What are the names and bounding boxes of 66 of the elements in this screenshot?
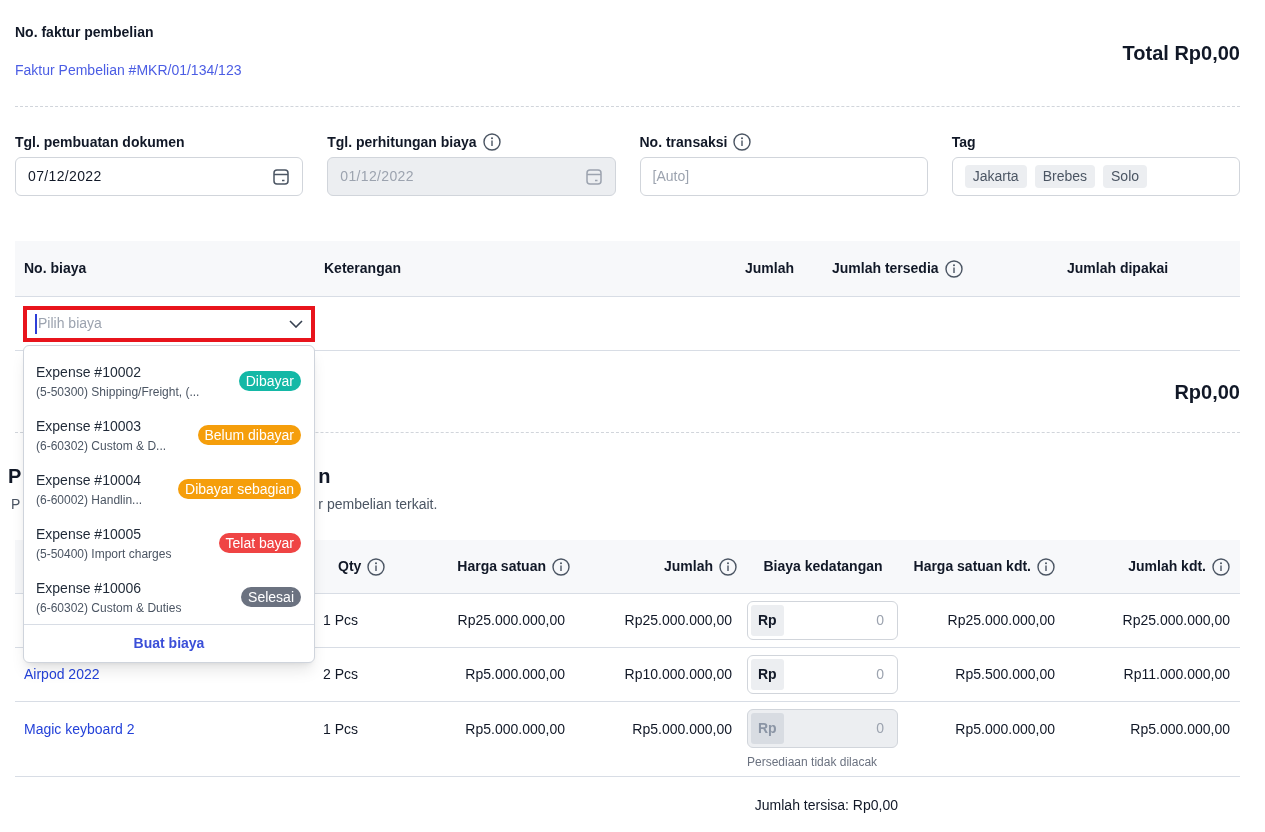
section-heading: P bbox=[8, 464, 22, 489]
dropdown-option[interactable]: Expense #10005 (5-50400) Import charges Telat bayar bbox=[24, 516, 314, 570]
tag-chip[interactable]: Jakarta bbox=[964, 165, 1027, 188]
field-label: Tgl. perhitungan biaya bbox=[327, 132, 477, 152]
calendar-icon[interactable] bbox=[272, 167, 291, 186]
column-header: Jumlah bbox=[745, 259, 794, 278]
currency-field[interactable]: Rp 0 bbox=[747, 655, 898, 694]
tag-chip[interactable]: Solo bbox=[1103, 165, 1148, 188]
column-header: Harga satuan bbox=[457, 557, 546, 576]
product-link[interactable]: Airpod 2022 bbox=[24, 666, 100, 682]
helper-text: Persediaan tidak dilacak bbox=[747, 754, 878, 771]
status-badge: Telat bayar bbox=[218, 533, 301, 553]
dropdown-option[interactable]: Expense #10003 (6-60302) Custom & D... Belum dibayar bbox=[24, 408, 314, 462]
dropdown-option[interactable]: Expense #10002 (5-50300) Shipping/Freight, (... Dibayar bbox=[24, 354, 314, 408]
status-badge: Belum dibayar bbox=[197, 425, 301, 445]
status-badge: Selesai bbox=[241, 587, 301, 607]
table-cell-text: Rp5.000.000,00 bbox=[954, 720, 1056, 739]
dropdown-option[interactable]: Expense #10004 (6-60002) Handlin... Dibayar sebagian bbox=[24, 462, 314, 516]
select-input[interactable]: Pilih biaya bbox=[38, 313, 238, 334]
invoice-link[interactable]: Faktur Pembelian #MKR/01/134/123 bbox=[15, 60, 242, 81]
section-subtitle: r pembelian terkait. bbox=[318, 495, 438, 514]
column-header: No. biaya bbox=[24, 259, 87, 278]
chevron-down-icon bbox=[289, 319, 303, 328]
table-cell-text: 1 Pcs bbox=[322, 720, 359, 739]
table-cell-text: Rp5.000.000,00 bbox=[1129, 720, 1231, 739]
section-subtitle: P bbox=[11, 495, 21, 514]
table-cell-text: 1 Pcs bbox=[322, 611, 359, 630]
remaining-amount: Jumlah tersisa: Rp0,00 bbox=[753, 796, 899, 815]
currency-field[interactable]: Rp 0 bbox=[747, 601, 898, 640]
column-header: Biaya kedatangan bbox=[763, 557, 883, 576]
column-header: Jumlah bbox=[664, 557, 713, 576]
create-link[interactable]: Buat biaya bbox=[133, 633, 205, 654]
column-header: Qty bbox=[338, 557, 362, 576]
tag-field[interactable]: Jakarta Brebes Solo bbox=[951, 157, 1240, 196]
total-amount: Rp0,00 bbox=[1174, 379, 1240, 405]
column-header: Jumlah kdt. bbox=[1128, 557, 1206, 576]
total-amount: Total Rp0,00 bbox=[1122, 41, 1240, 66]
select-field[interactable]: Pilih biaya bbox=[23, 305, 315, 342]
column-header: Keterangan bbox=[324, 259, 402, 278]
input-field[interactable]: [Auto] bbox=[652, 166, 915, 187]
status-badge: Dibayar bbox=[238, 371, 301, 391]
text-cursor bbox=[35, 313, 37, 334]
table-cell-text: Rp5.000.000,00 bbox=[464, 665, 566, 684]
field-label: Tag bbox=[951, 132, 976, 152]
field-label: No. transaksi bbox=[639, 132, 728, 152]
section-heading: n bbox=[318, 464, 331, 489]
column-header: Harga satuan kdt. bbox=[913, 557, 1031, 576]
table-cell-text: Rp5.000.000,00 bbox=[464, 720, 566, 739]
table-cell-text: Rp25.000.000,00 bbox=[946, 611, 1056, 630]
table-cell-text: Rp5.500.000,00 bbox=[954, 665, 1056, 684]
input-field[interactable]: [Auto] bbox=[639, 157, 928, 196]
status-badge: Dibayar sebagian bbox=[178, 479, 301, 499]
table-cell-text: Rp11.000.000,00 bbox=[1122, 665, 1231, 684]
dropdown-option[interactable]: Expense #10006 (6-60302) Custom & Duties Selesai bbox=[24, 570, 314, 624]
table-cell-text: Rp10.000.000,00 bbox=[623, 665, 733, 684]
field-label: Tgl. pembuatan dokumen bbox=[15, 132, 185, 152]
field-label: No. faktur pembelian bbox=[15, 23, 155, 42]
table-cell-text: Rp25.000.000,00 bbox=[456, 611, 566, 630]
table-cell-text: Rp25.000.000,00 bbox=[623, 611, 733, 630]
table-cell-text: Rp5.000.000,00 bbox=[631, 720, 733, 739]
table-cell-text: Rp25.000.000,00 bbox=[1121, 611, 1231, 630]
column-header: Jumlah dipakai bbox=[1067, 259, 1169, 278]
table-cell-text: 2 Pcs bbox=[322, 665, 359, 684]
tag-chip[interactable]: Brebes bbox=[1034, 165, 1096, 188]
column-header: Jumlah tersedia bbox=[832, 259, 939, 278]
date-field[interactable]: 07/12/2022 bbox=[15, 157, 304, 196]
